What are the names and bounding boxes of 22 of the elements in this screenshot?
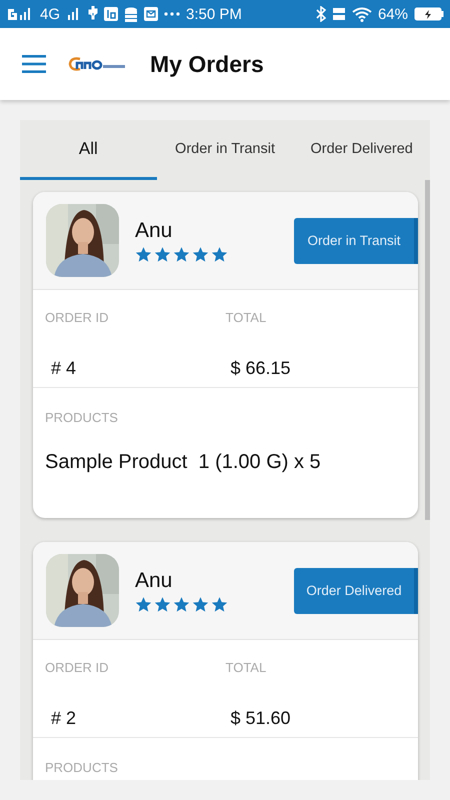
field-label: PRODUCTS — [45, 760, 119, 775]
network-type: 4G — [40, 6, 60, 22]
field-label: TOTAL — [226, 310, 268, 325]
product-line: Sample Product 1 (1.00 G) x 5 — [45, 451, 322, 474]
order-id: # 4 — [50, 358, 78, 379]
field-label: PRODUCTS — [45, 410, 119, 425]
filter-tab[interactable]: All — [20, 120, 157, 180]
battery-percent: 64% — [378, 6, 408, 22]
order-id: # 2 — [50, 708, 78, 729]
customer-name: Anu — [135, 218, 174, 242]
clock-time: 3:50 PM — [186, 6, 242, 22]
order-total: $ 66.15 — [230, 358, 292, 379]
filter-tab[interactable]: Order in Transit — [156, 120, 294, 180]
field-label: TOTAL — [226, 660, 268, 675]
order-status-button[interactable]: Order in Transit — [294, 218, 418, 264]
order-status-button[interactable]: Order Delivered — [294, 568, 418, 614]
order-total: $ 51.60 — [230, 708, 292, 729]
page-title: My Orders — [150, 50, 264, 78]
customer-name: Anu — [135, 568, 174, 592]
field-label: ORDER ID — [45, 310, 110, 325]
filter-tab[interactable]: Order Delivered — [293, 120, 430, 180]
field-label: ORDER ID — [45, 660, 110, 675]
